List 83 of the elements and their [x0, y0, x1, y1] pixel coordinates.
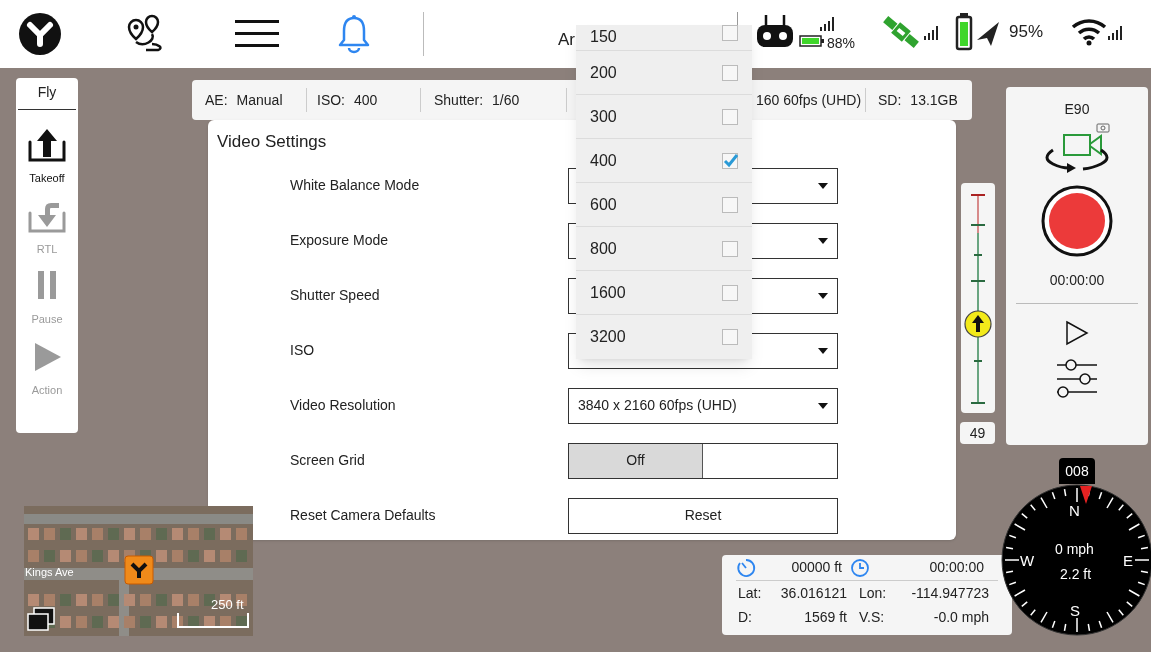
panel-title: Fly — [18, 78, 76, 110]
altitude-value: 00000 ft — [790, 558, 842, 577]
dropdown-option[interactable]: 200 — [576, 51, 752, 95]
caret-icon — [818, 402, 828, 409]
compass-south: S — [1070, 601, 1080, 621]
caret-icon — [818, 292, 828, 299]
telemetry-label: Lat: — [738, 583, 763, 603]
ground-speed: 0 mph — [1055, 540, 1094, 559]
heading-readout: 008 — [1059, 458, 1095, 484]
latitude: 36.016121 — [779, 583, 847, 603]
setting-label: White Balance Mode — [290, 176, 421, 195]
record-button[interactable] — [1040, 184, 1114, 258]
signal-bars-icon — [819, 15, 837, 31]
takeoff-button[interactable]: Takeoff — [27, 126, 67, 187]
flight-time: 00:00:00 — [928, 558, 984, 577]
slider-thumb[interactable] — [964, 309, 992, 338]
reset-button[interactable]: Reset — [568, 497, 838, 534]
signal-bars-icon — [923, 24, 941, 40]
dropdown-option[interactable]: 800 — [576, 227, 752, 271]
record-timer: 00:00:00 — [1049, 271, 1105, 290]
info-label: AE: — [205, 90, 228, 110]
telemetry-label: V.S: — [859, 607, 886, 627]
street-label: Kings Ave — [25, 565, 74, 580]
checkbox[interactable] — [722, 284, 738, 301]
info-value: 1/60 — [492, 90, 520, 110]
setting-label: Screen Grid — [290, 451, 366, 470]
checkbox[interactable] — [722, 64, 738, 81]
distance-value: 1569 ft — [803, 607, 847, 627]
wifi-icon — [1071, 17, 1108, 47]
battery-percentage: 95% — [1009, 21, 1044, 44]
altitude-reading: 49 — [960, 422, 995, 444]
longitude: -114.947723 — [910, 583, 989, 603]
notification-bell-icon[interactable] — [336, 14, 372, 54]
drone-marker-icon — [124, 555, 154, 585]
vertical-speed: -0.0 mph — [932, 607, 989, 627]
clock-icon — [850, 557, 870, 578]
caret-icon — [818, 347, 828, 354]
play-icon[interactable] — [1065, 320, 1089, 346]
checkbox[interactable] — [722, 329, 738, 345]
telemetry-label: Lon: — [859, 583, 888, 603]
checkbox[interactable] — [722, 152, 738, 169]
dialog-title: Video Settings — [217, 131, 328, 153]
setting-label: Exposure Mode — [290, 231, 390, 250]
compass-west: W — [1020, 551, 1035, 571]
layers-icon[interactable] — [26, 606, 56, 632]
dropdown-option[interactable]: 400 — [576, 139, 752, 183]
checkbox[interactable] — [722, 25, 738, 41]
checkbox[interactable] — [722, 108, 738, 125]
heading-pointer-icon — [1080, 486, 1092, 504]
height-reading: 2.2 ft — [1060, 565, 1092, 584]
setting-label: ISO — [290, 341, 316, 360]
dropdown-option[interactable]: 1600 — [576, 271, 752, 315]
checkbox[interactable] — [722, 196, 738, 213]
caret-icon — [818, 182, 828, 189]
dropdown-option[interactable]: 300 — [576, 95, 752, 139]
dropdown-option[interactable]: 3200 — [576, 315, 752, 359]
battery-percentage: 88% — [827, 34, 856, 53]
info-value: 160 60fps (UHD) — [756, 90, 862, 110]
dropdown[interactable]: 3840 x 2160 60fps (UHD) — [568, 387, 838, 424]
setting-label: Video Resolution — [290, 396, 397, 415]
info-label: Shutter: — [434, 90, 484, 110]
dropdown-option[interactable]: 600 — [576, 183, 752, 227]
telemetry-label: D: — [738, 607, 753, 627]
checkbox[interactable] — [722, 240, 738, 257]
battery-icon — [799, 35, 825, 47]
status-title: Ar — [558, 29, 575, 51]
compass-north: N — [1069, 501, 1080, 521]
info-value: 13.1GB — [910, 90, 958, 110]
compass-east: E — [1123, 551, 1133, 571]
toggle-option[interactable]: Off — [569, 443, 703, 478]
settings-sliders-icon[interactable] — [1055, 358, 1099, 398]
info-label: ISO: — [317, 90, 345, 110]
setting-label: Shutter Speed — [290, 286, 381, 305]
info-value: Manual — [236, 90, 283, 110]
distance-gauge-icon — [736, 557, 756, 578]
setting-label: Reset Camera Defaults — [290, 506, 437, 525]
scale-bar-icon — [177, 611, 249, 629]
camera-model: E90 — [1064, 100, 1090, 119]
caret-icon — [818, 237, 828, 244]
dropdown-option[interactable]: 150 — [576, 25, 752, 51]
info-label: SD: — [878, 90, 902, 110]
info-value: 400 — [354, 90, 378, 110]
scale-label: 250 ft — [211, 596, 244, 614]
